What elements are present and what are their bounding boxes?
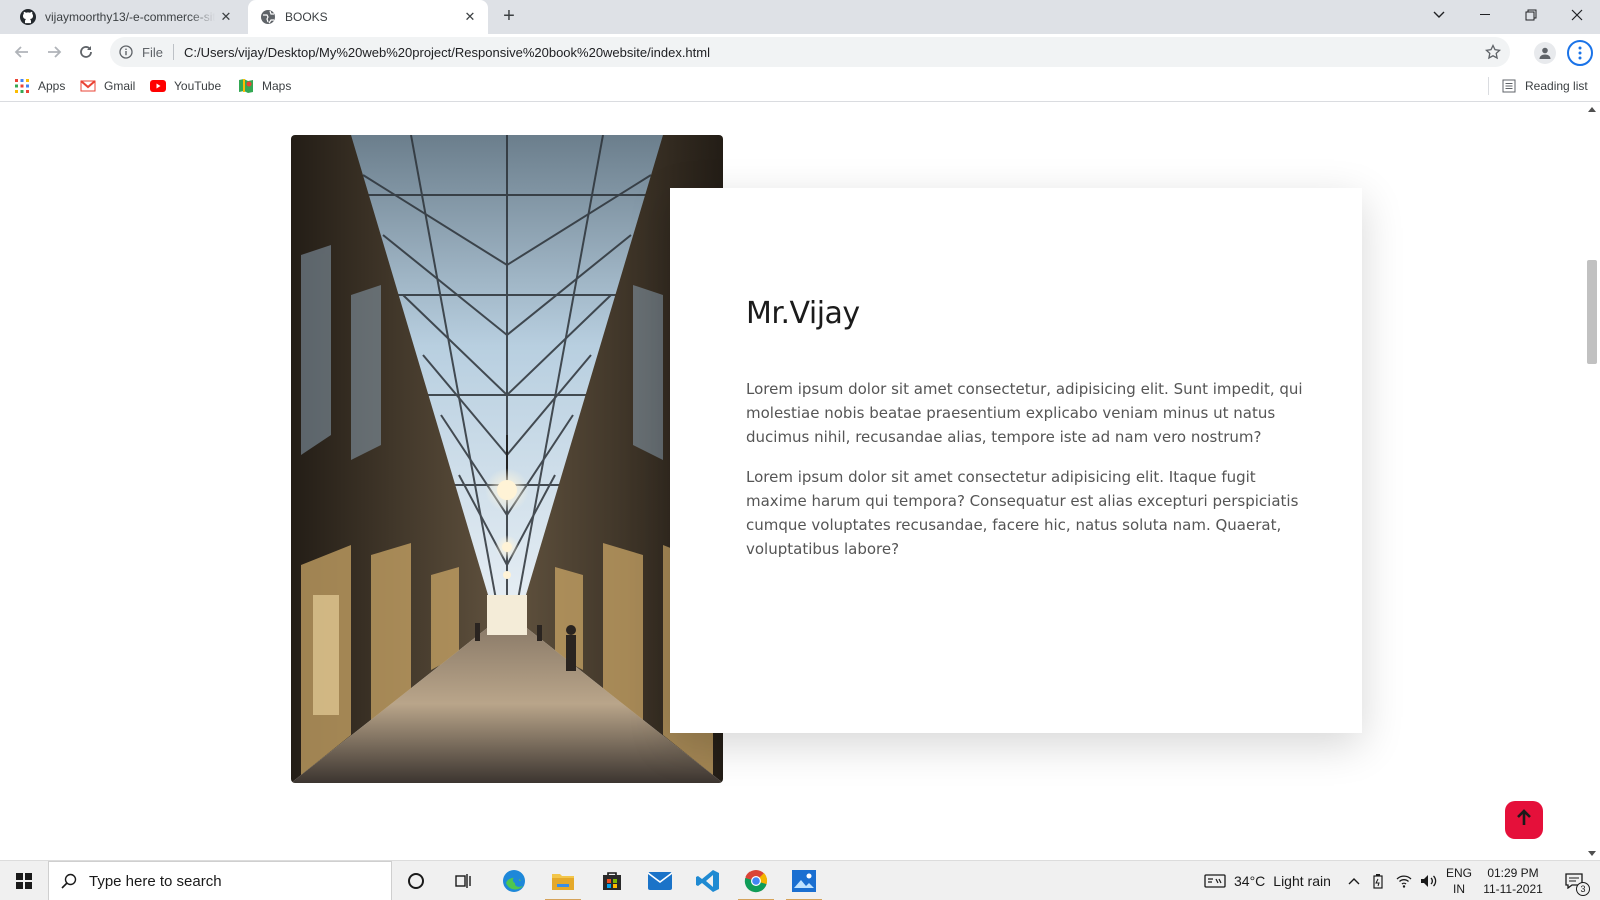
tab-title: vijaymoorthy13/-e-commerce-site — [45, 10, 215, 24]
forward-arrow-icon[interactable] — [42, 40, 66, 64]
notifications-button[interactable]: 3 — [1552, 861, 1596, 900]
bookmark-label: YouTube — [174, 79, 222, 93]
card-paragraph-2: Lorem ipsum dolor sit amet consectetur a… — [746, 468, 1299, 558]
input-language-indicator[interactable]: ENG IN — [1444, 865, 1474, 897]
windows-taskbar: Type here to search 34°C Light rain ENG … — [0, 860, 1600, 900]
wifi-icon[interactable] — [1396, 861, 1412, 900]
youtube-icon — [150, 78, 166, 94]
url-text[interactable]: C:/Users/vijay/Desktop/My%20web%20projec… — [184, 45, 710, 60]
github-icon — [20, 9, 36, 25]
card-paragraph-1: Lorem ipsum dolor sit amet consectetur, … — [746, 380, 1303, 446]
close-tab-icon[interactable]: ✕ — [462, 9, 478, 25]
minimize-icon[interactable] — [1462, 0, 1508, 30]
weather-condition: Light rain — [1273, 873, 1331, 889]
system-clock[interactable]: 01:29 PM 11-11-2021 — [1478, 865, 1548, 897]
battery-icon[interactable] — [1372, 861, 1384, 900]
windows-start-button[interactable] — [0, 861, 48, 900]
reading-list-button[interactable]: Reading list — [1488, 77, 1588, 95]
chrome-icon[interactable] — [732, 861, 780, 900]
search-icon — [61, 873, 77, 889]
bookmark-gmail[interactable]: Gmail — [80, 77, 135, 95]
maps-icon — [238, 78, 254, 94]
clock-time: 01:29 PM — [1487, 866, 1539, 880]
profile-card: Mr.Vijay Lorem ipsum dolor sit amet cons… — [670, 188, 1362, 733]
mail-icon[interactable] — [636, 861, 684, 900]
bookmark-label: Gmail — [104, 79, 136, 93]
edge-icon[interactable] — [490, 861, 538, 900]
scroll-up-icon[interactable] — [1588, 107, 1596, 112]
clock-date: 11-11-2021 — [1483, 882, 1543, 896]
back-arrow-icon[interactable] — [10, 40, 34, 64]
bookmarks-bar: Apps Gmail YouTube Maps Reading list — [0, 70, 1600, 102]
url-scheme: File — [142, 44, 163, 60]
bookmark-star-icon[interactable] — [1484, 43, 1502, 61]
restore-icon[interactable] — [1508, 0, 1554, 30]
tab-github[interactable]: vijaymoorthy13/-e-commerce-site ✕ — [10, 0, 244, 34]
arrow-up-icon — [1516, 808, 1532, 832]
card-heading: Mr.Vijay — [746, 296, 860, 331]
scroll-down-icon[interactable] — [1588, 851, 1596, 856]
bookmark-youtube[interactable]: YouTube — [150, 77, 221, 95]
tab-books[interactable]: BOOKS ✕ — [248, 0, 488, 34]
close-tab-icon[interactable]: ✕ — [218, 9, 234, 25]
tab-search-icon[interactable] — [1416, 0, 1462, 30]
notification-count-badge: 3 — [1576, 882, 1590, 896]
scroll-thumb[interactable] — [1587, 260, 1597, 364]
volume-icon[interactable] — [1420, 861, 1438, 900]
page-viewport: Mr.Vijay Lorem ipsum dolor sit amet cons… — [0, 103, 1584, 860]
info-icon[interactable] — [118, 44, 134, 60]
weather-icon — [1204, 874, 1226, 888]
lang-line-2: IN — [1453, 882, 1465, 896]
windows-logo-icon — [16, 873, 32, 889]
weather-widget[interactable]: 34°C Light rain — [1204, 861, 1331, 900]
chrome-menu-icon[interactable] — [1567, 40, 1593, 66]
new-tab-button[interactable]: + — [498, 6, 520, 28]
divider — [172, 44, 174, 60]
gmail-icon — [80, 78, 96, 94]
address-bar[interactable]: File C:/Users/vijay/Desktop/My%20web%20p… — [110, 37, 1510, 67]
photos-icon[interactable] — [780, 861, 828, 900]
arcade-gallery-image — [291, 135, 723, 783]
page-scrollbar[interactable] — [1584, 103, 1600, 860]
scroll-to-top-button[interactable] — [1505, 801, 1543, 839]
reload-icon[interactable] — [74, 40, 98, 64]
profile-avatar-icon[interactable] — [1534, 42, 1556, 64]
bookmark-apps[interactable]: Apps — [14, 77, 65, 95]
bookmark-label: Maps — [262, 79, 292, 93]
cortana-icon[interactable] — [392, 861, 440, 900]
vscode-icon[interactable] — [684, 861, 732, 900]
bookmark-maps[interactable]: Maps — [238, 77, 291, 95]
globe-icon — [260, 9, 276, 25]
lang-line-1: ENG — [1445, 866, 1472, 880]
file-explorer-icon[interactable] — [539, 861, 587, 900]
browser-toolbar: File C:/Users/vijay/Desktop/My%20web%20p… — [0, 34, 1600, 70]
close-window-icon[interactable] — [1554, 0, 1600, 30]
taskbar-search-box[interactable]: Type here to search — [48, 861, 392, 900]
search-placeholder: Type here to search — [89, 872, 222, 890]
bookmark-label: Apps — [38, 79, 66, 93]
tab-title: BOOKS — [285, 10, 328, 24]
apps-grid-icon — [14, 78, 30, 94]
reading-list-label: Reading list — [1525, 79, 1588, 93]
weather-temp: 34°C — [1234, 873, 1266, 889]
task-view-icon[interactable] — [440, 861, 488, 900]
reading-list-icon — [1501, 78, 1517, 94]
tab-strip: vijaymoorthy13/-e-commerce-site ✕ BOOKS … — [0, 0, 1600, 34]
show-hidden-icons-icon[interactable] — [1348, 861, 1360, 900]
store-icon[interactable] — [588, 861, 636, 900]
